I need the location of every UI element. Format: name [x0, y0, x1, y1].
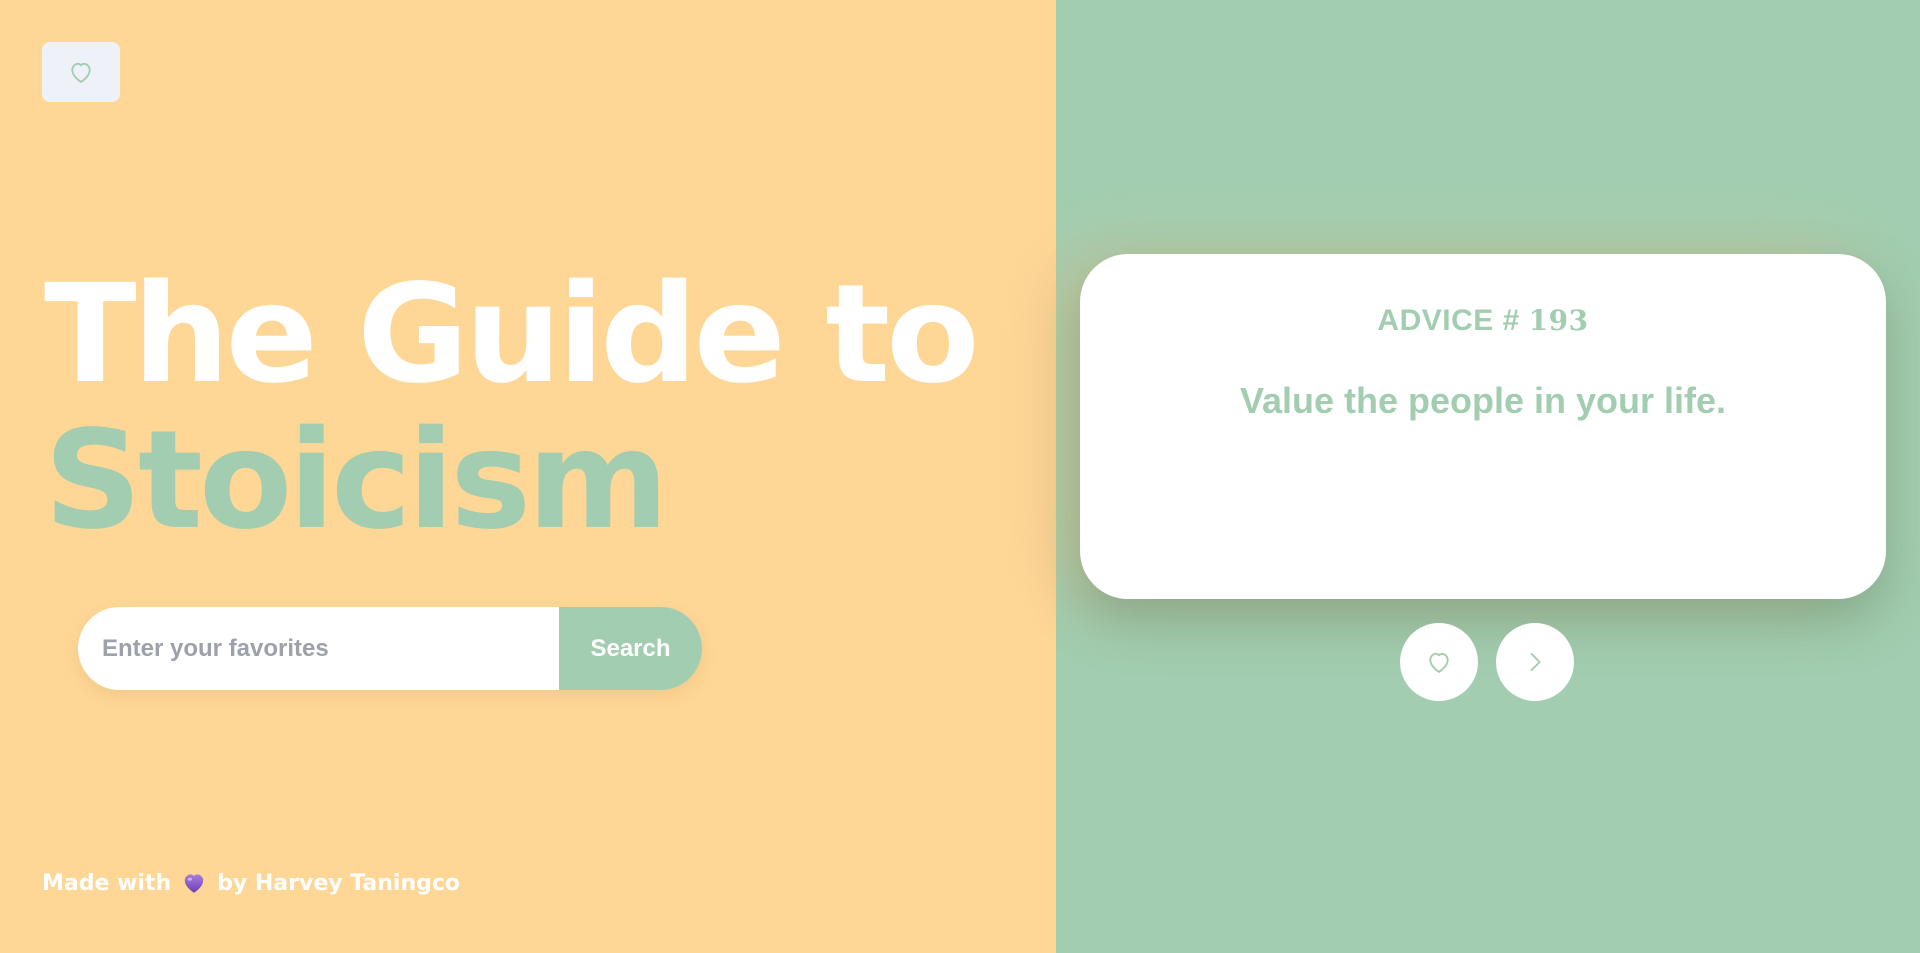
footer-prefix: Made with — [42, 870, 172, 896]
right-panel: ADVICE # 193 Value the people in your li… — [1056, 0, 1920, 953]
title-line-1: The Guide to — [44, 256, 980, 414]
page-title: The Guide to Stoicism — [44, 256, 980, 560]
footer-credit: Made with by Harvey Taningco — [42, 870, 460, 896]
next-advice-button[interactable] — [1496, 623, 1574, 701]
left-panel: The Guide to Stoicism Search Made with b… — [0, 0, 1056, 953]
like-button[interactable] — [1400, 623, 1478, 701]
chevron-right-icon — [1530, 652, 1541, 672]
search-input[interactable] — [78, 607, 559, 690]
advice-text: Value the people in your life. — [1239, 380, 1727, 421]
advice-number: 193 — [1528, 304, 1589, 337]
advice-actions — [1400, 623, 1574, 701]
search-bar: Search — [78, 607, 702, 690]
advice-heading: ADVICE # 193 — [1080, 304, 1886, 338]
page: The Guide to Stoicism Search Made with b… — [0, 0, 1920, 953]
heart-icon — [1429, 652, 1449, 673]
footer-suffix: by Harvey Taningco — [217, 870, 461, 896]
advice-label: ADVICE # — [1377, 304, 1520, 337]
heart-icon — [71, 62, 91, 83]
search-button[interactable]: Search — [559, 607, 702, 690]
title-line-2: Stoicism — [44, 402, 669, 560]
advice-card: ADVICE # 193 Value the people in your li… — [1080, 254, 1886, 599]
favorites-button[interactable] — [42, 42, 120, 102]
purple-heart-icon — [184, 874, 204, 893]
